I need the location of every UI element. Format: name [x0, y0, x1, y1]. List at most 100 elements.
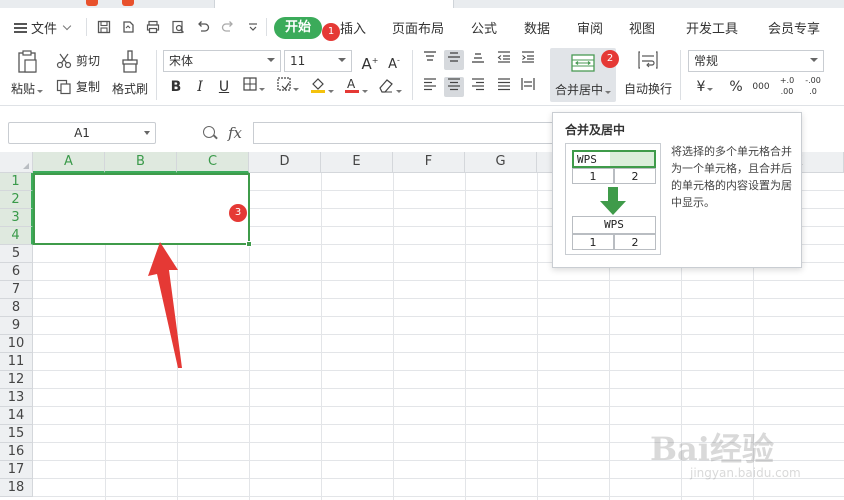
decrease-decimal-button[interactable]: -.00 .0: [802, 75, 824, 96]
name-box-value: A1: [74, 126, 90, 140]
currency-button[interactable]: ¥: [692, 77, 718, 97]
underline-button[interactable]: U: [214, 77, 234, 97]
fill-color-button[interactable]: [308, 77, 336, 97]
column-header[interactable]: F: [393, 152, 465, 173]
illus-merged-cell: WPS: [572, 216, 656, 234]
font-size-value: 11: [290, 54, 306, 68]
tab-view[interactable]: 视图: [629, 18, 655, 37]
column-header[interactable]: D: [249, 152, 321, 173]
row-header[interactable]: 6: [0, 263, 33, 281]
menu-divider: [266, 18, 267, 36]
column-header[interactable]: A: [33, 152, 105, 173]
column-header[interactable]: G: [465, 152, 537, 173]
align-top-button[interactable]: [420, 50, 440, 70]
name-box[interactable]: A1: [8, 122, 156, 144]
selected-range[interactable]: [33, 173, 250, 245]
formula-input[interactable]: [253, 122, 563, 144]
clear-button[interactable]: [376, 77, 404, 97]
bold-button[interactable]: B: [166, 77, 186, 97]
align-left-button[interactable]: [420, 77, 440, 97]
illus-cell-2b: 2: [614, 234, 656, 250]
font-name-value: 宋体: [169, 54, 194, 68]
increase-indent-button[interactable]: [518, 50, 538, 70]
wps-app-icon: [122, 0, 134, 6]
align-middle-button[interactable]: [444, 50, 464, 70]
row-header[interactable]: 5: [0, 245, 33, 263]
number-format-select[interactable]: 常规: [688, 50, 824, 72]
cut-button[interactable]: 剪切: [56, 52, 100, 69]
italic-button[interactable]: I: [190, 77, 210, 97]
font-name-select[interactable]: 宋体: [163, 50, 281, 72]
copy-button[interactable]: 复制: [56, 78, 100, 95]
font-color-button[interactable]: A: [342, 77, 370, 97]
undo-icon[interactable]: [196, 20, 210, 34]
align-center-button[interactable]: [444, 77, 464, 97]
save-icon[interactable]: [97, 20, 111, 34]
eraser-icon: [379, 79, 393, 93]
tab-developer[interactable]: 开发工具: [686, 18, 738, 37]
decrease-font-size-button[interactable]: A-: [384, 51, 404, 72]
document-tab[interactable]: [214, 0, 454, 8]
border-button[interactable]: [240, 77, 268, 97]
print-preview-icon[interactable]: [171, 20, 185, 34]
decrease-indent-button[interactable]: [494, 50, 514, 70]
font-color-icon: A: [345, 77, 359, 93]
align-bottom-button[interactable]: [468, 50, 488, 70]
row-header[interactable]: 8: [0, 299, 33, 317]
select-all-corner[interactable]: [0, 152, 33, 173]
tab-home[interactable]: 开始: [274, 17, 322, 39]
tab-data[interactable]: 数据: [524, 18, 550, 37]
row-header[interactable]: 4: [0, 227, 33, 245]
row-header[interactable]: 1: [0, 173, 33, 191]
format-painter-button[interactable]: 格式刷: [110, 50, 150, 100]
thousands-separator-button[interactable]: 000: [750, 77, 772, 97]
row-header[interactable]: 11: [0, 353, 33, 371]
gridline: [33, 496, 844, 497]
increase-decimal-button[interactable]: +.0 .00: [776, 75, 798, 96]
merge-center-tooltip: 合并及居中 WPS 1 2 WPS 1 2 将选择的多个单元格合并为一个单元格，…: [552, 112, 802, 268]
row-header[interactable]: 17: [0, 461, 33, 479]
align-right-button[interactable]: [468, 77, 488, 97]
zoom-icon[interactable]: [203, 126, 215, 138]
decrease-decimal-icon: -.00 .0: [805, 76, 821, 96]
gridline: [537, 173, 538, 500]
tab-formulas[interactable]: 公式: [471, 18, 497, 37]
decrease-indent-icon: [497, 51, 510, 63]
font-size-select[interactable]: 11: [284, 50, 352, 72]
tab-review[interactable]: 审阅: [577, 18, 603, 37]
tab-page-layout[interactable]: 页面布局: [392, 18, 444, 37]
illus-top-cell: WPS: [572, 150, 656, 168]
file-menu[interactable]: 文件: [14, 18, 72, 37]
row-header[interactable]: 3: [0, 209, 33, 227]
distribute-button[interactable]: [518, 77, 538, 97]
cell-style-button[interactable]: [274, 77, 302, 97]
percent-button[interactable]: %: [726, 77, 746, 97]
wrap-text-button[interactable]: 自动换行: [622, 50, 674, 100]
row-header[interactable]: 2: [0, 191, 33, 209]
row-header[interactable]: 14: [0, 407, 33, 425]
row-header[interactable]: 9: [0, 317, 33, 335]
tab-insert[interactable]: 插入: [340, 18, 366, 37]
row-header[interactable]: 10: [0, 335, 33, 353]
paste-button[interactable]: 粘贴: [10, 50, 44, 100]
fill-handle[interactable]: [246, 241, 252, 247]
row-header[interactable]: 13: [0, 389, 33, 407]
tab-member[interactable]: 会员专享: [768, 18, 820, 37]
column-header[interactable]: B: [105, 152, 177, 173]
gridline: [33, 370, 844, 371]
redo-icon[interactable]: [221, 20, 235, 34]
column-header[interactable]: E: [321, 152, 393, 173]
fx-icon[interactable]: fx: [228, 124, 242, 142]
justify-button[interactable]: [494, 77, 514, 97]
print-icon[interactable]: [146, 20, 160, 34]
column-header[interactable]: C: [177, 152, 249, 173]
increase-font-size-button[interactable]: A+: [360, 51, 380, 73]
row-header[interactable]: 18: [0, 479, 33, 497]
justify-icon: [498, 78, 510, 91]
customize-toolbar-icon[interactable]: [246, 20, 260, 34]
row-header[interactable]: 15: [0, 425, 33, 443]
row-header[interactable]: 16: [0, 443, 33, 461]
row-header[interactable]: 7: [0, 281, 33, 299]
row-header[interactable]: 12: [0, 371, 33, 389]
export-icon[interactable]: [121, 20, 135, 34]
